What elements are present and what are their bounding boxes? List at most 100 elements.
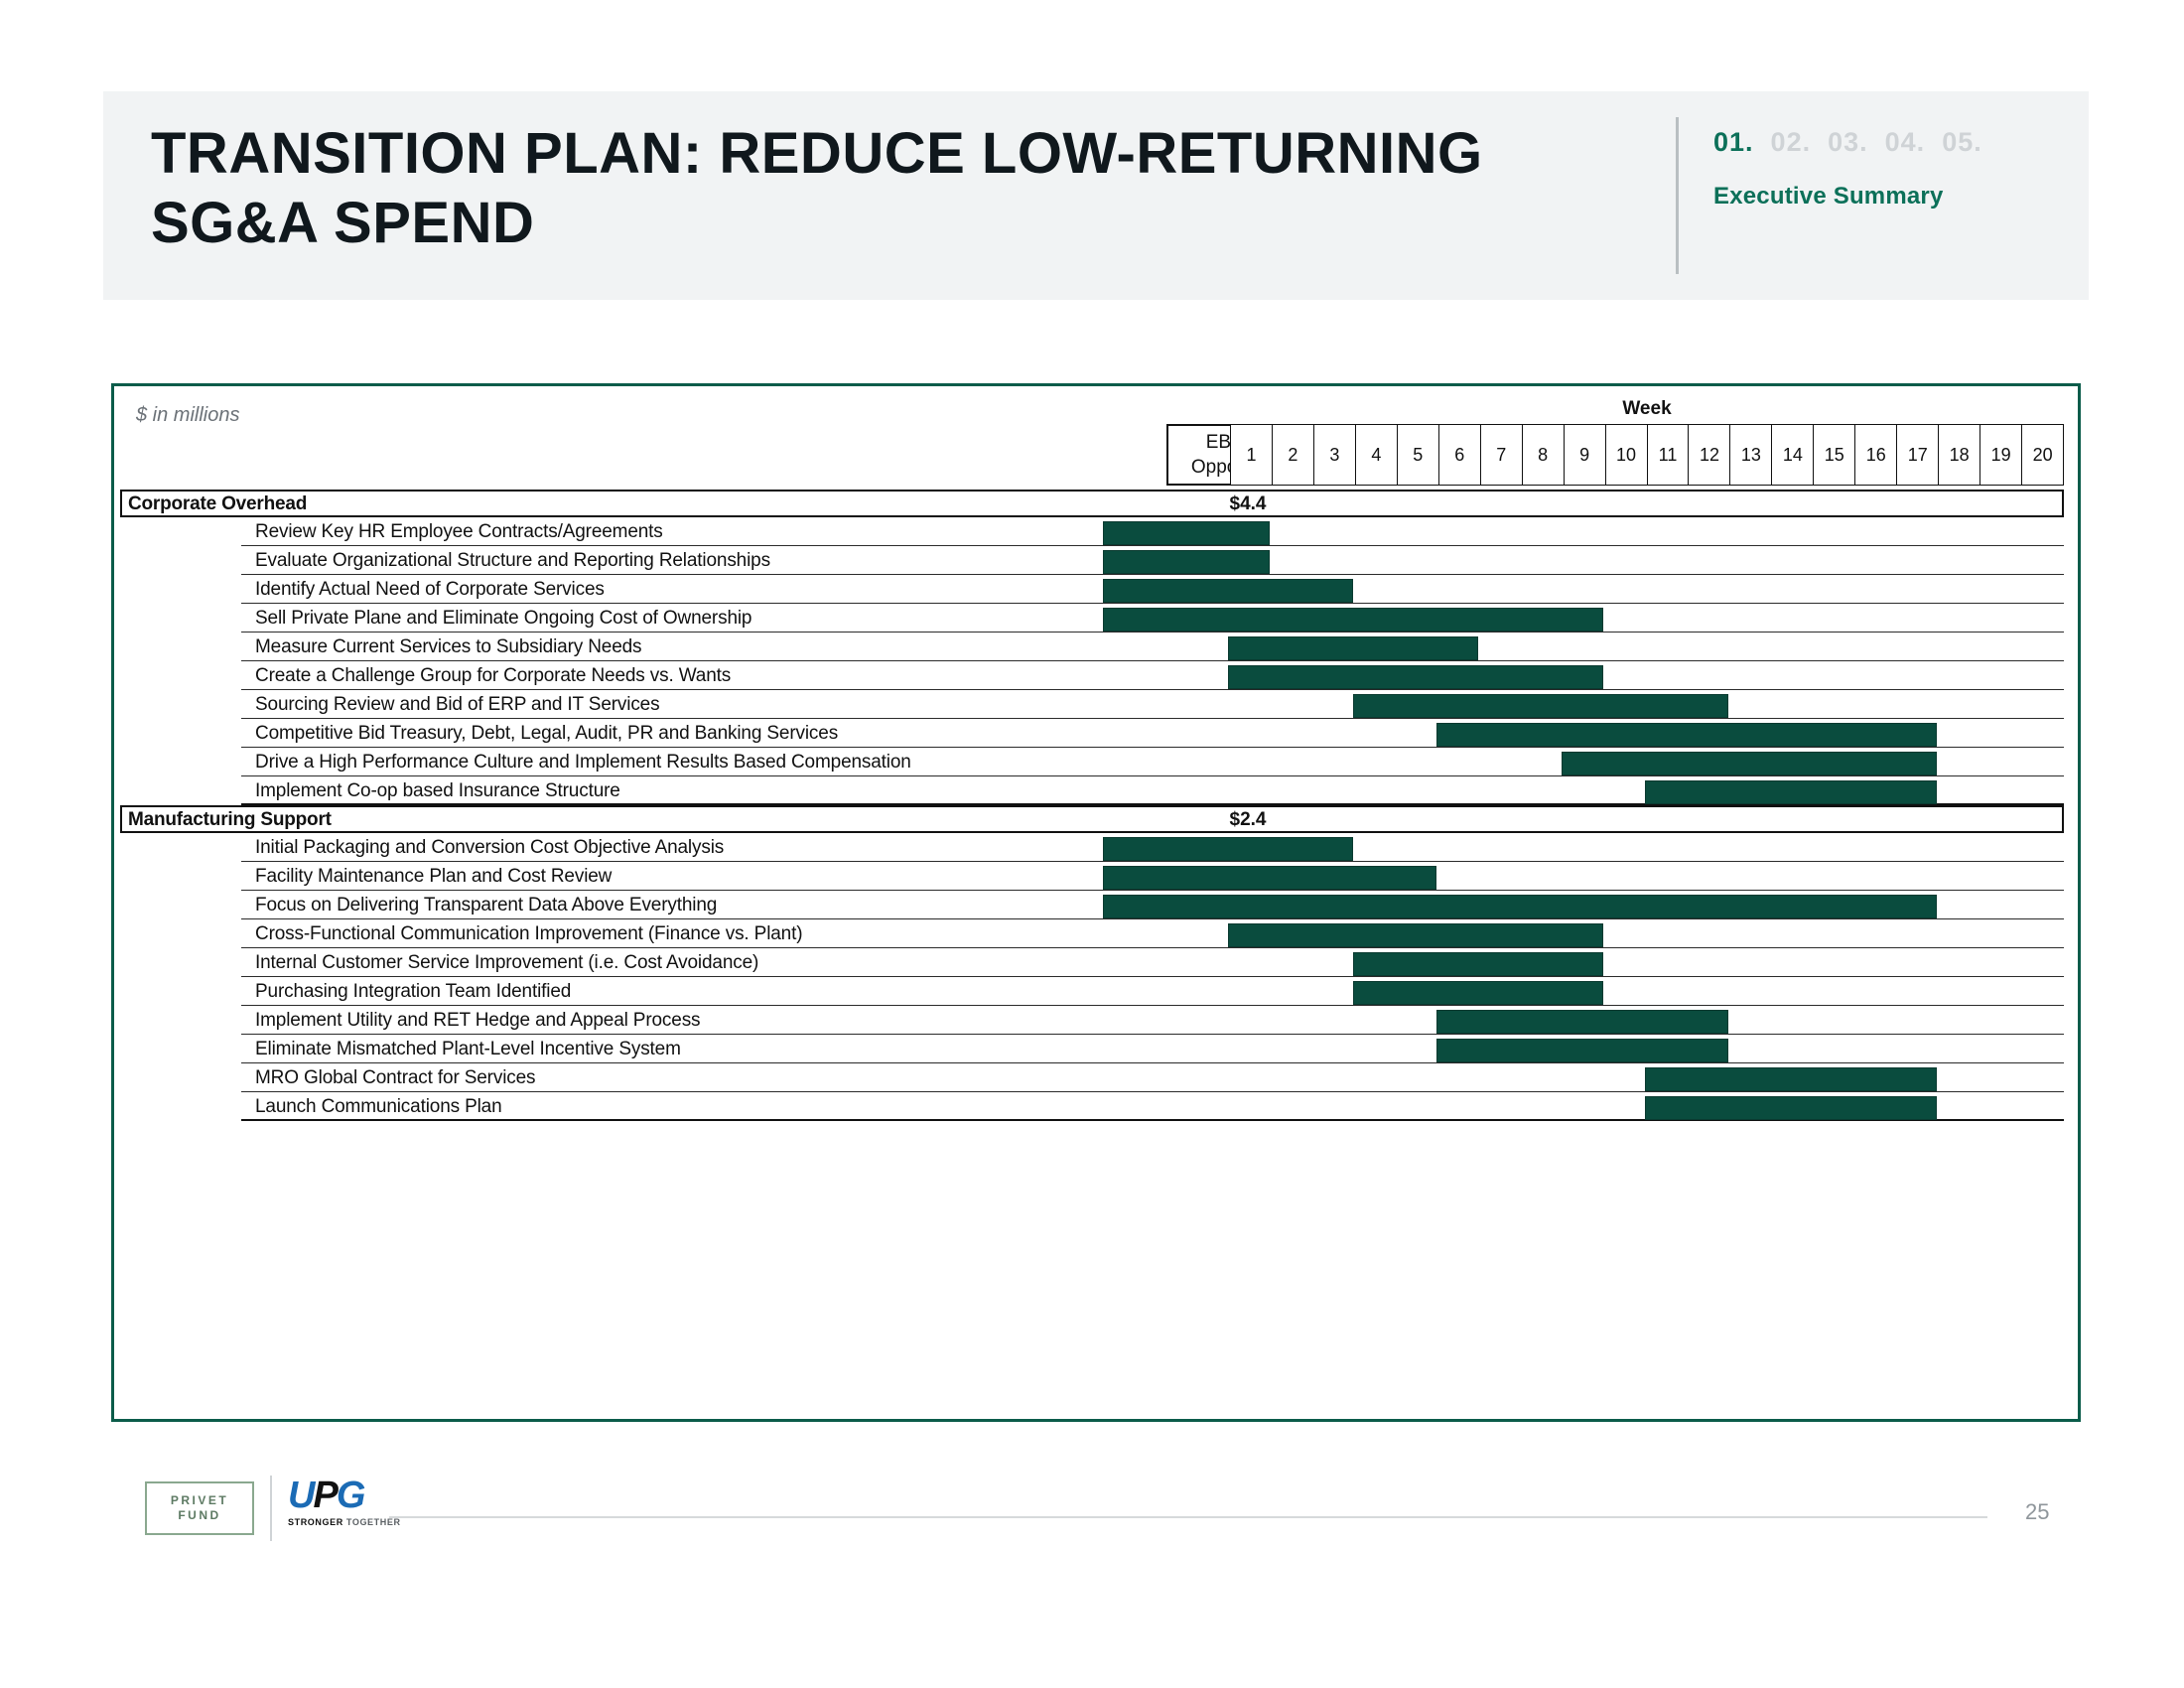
group-header-row: Manufacturing Support $2.4: [120, 805, 2064, 833]
week-cell-2: 2: [1271, 424, 1313, 486]
task-label: Evaluate Organizational Structure and Re…: [255, 550, 770, 571]
task-label: Initial Packaging and Conversion Cost Ob…: [255, 837, 725, 858]
week-axis-title: Week: [1622, 398, 1672, 419]
task-bar-zone: [1103, 862, 1937, 891]
task-row: Implement Utility and RET Hedge and Appe…: [241, 1006, 2064, 1035]
task-bar-zone: [1103, 1092, 1937, 1121]
task-row: Measure Current Services to Subsidiary N…: [241, 633, 2064, 661]
week-cell-15: 15: [1813, 424, 1855, 486]
week-cell-5: 5: [1396, 424, 1438, 486]
gantt-bar: [1103, 608, 1603, 632]
task-bar-zone: [1103, 661, 1937, 690]
task-bar-zone: [1103, 948, 1937, 977]
gantt-bar: [1103, 550, 1270, 574]
group-header-row: Corporate Overhead $4.4: [120, 490, 2064, 517]
week-cell-18: 18: [1938, 424, 1980, 486]
gantt-bar: [1353, 694, 1728, 718]
step-indicator-3[interactable]: 03.: [1828, 127, 1868, 157]
gantt-bar: [1228, 636, 1478, 660]
task-label: Implement Co-op based Insurance Structur…: [255, 780, 620, 801]
gantt-bar: [1103, 866, 1436, 890]
task-bar-zone: [1103, 891, 1937, 919]
upg-letter-u: U: [288, 1475, 315, 1516]
group-name: Corporate Overhead: [128, 493, 308, 514]
gantt-bar: [1228, 923, 1603, 947]
task-row: Evaluate Organizational Structure and Re…: [241, 546, 2064, 575]
task-bar-zone: [1103, 776, 1937, 805]
upg-tagline: STRONGER TOGETHER: [288, 1517, 417, 1527]
task-row: Review Key HR Employee Contracts/Agreeme…: [241, 517, 2064, 546]
gantt-bar: [1103, 895, 1937, 918]
task-bar-zone: [1103, 1006, 1937, 1035]
task-label: Facility Maintenance Plan and Cost Revie…: [255, 866, 613, 887]
week-cell-4: 4: [1354, 424, 1397, 486]
step-indicator-2[interactable]: 02.: [1771, 127, 1812, 157]
task-row: Create a Challenge Group for Corporate N…: [241, 661, 2064, 690]
task-label: Purchasing Integration Team Identified: [255, 981, 572, 1002]
task-bar-zone: [1103, 517, 1937, 546]
task-label: Create a Challenge Group for Corporate N…: [255, 665, 732, 686]
week-cell-1: 1: [1230, 424, 1272, 486]
task-row: Launch Communications Plan: [241, 1092, 2064, 1121]
week-cell-16: 16: [1854, 424, 1897, 486]
task-row: Drive a High Performance Culture and Imp…: [241, 748, 2064, 776]
week-cell-7: 7: [1479, 424, 1522, 486]
task-row: Focus on Delivering Transparent Data Abo…: [241, 891, 2064, 919]
step-list: 01. 02. 03. 04. 05.: [1713, 127, 2071, 157]
section-indicator: 01. 02. 03. 04. 05. Executive Summary: [1713, 127, 2071, 211]
page-number: 25: [2025, 1499, 2050, 1524]
gantt-bar: [1103, 521, 1270, 545]
task-row: Eliminate Mismatched Plant-Level Incenti…: [241, 1035, 2064, 1063]
task-label: Competitive Bid Treasury, Debt, Legal, A…: [255, 723, 839, 744]
task-label: Internal Customer Service Improvement (i…: [255, 952, 759, 973]
task-label: Drive a High Performance Culture and Imp…: [255, 752, 911, 773]
task-bar-zone: [1103, 748, 1937, 776]
upg-wordmark: UPG: [288, 1476, 417, 1515]
gantt-bar: [1436, 1039, 1728, 1062]
gantt-bar: [1645, 1067, 1937, 1091]
week-cell-20: 20: [2021, 424, 2065, 486]
week-cell-3: 3: [1312, 424, 1355, 486]
task-row: Sourcing Review and Bid of ERP and IT Se…: [241, 690, 2064, 719]
privet-logo-line1: PRIVET: [170, 1493, 229, 1507]
gantt-bar: [1228, 665, 1603, 689]
gantt-bar: [1353, 952, 1603, 976]
task-row: Facility Maintenance Plan and Cost Revie…: [241, 862, 2064, 891]
week-cell-8: 8: [1521, 424, 1564, 486]
gantt-bar: [1645, 1096, 1937, 1120]
task-bar-zone: [1103, 919, 1937, 948]
upg-letter-g: G: [336, 1475, 366, 1516]
task-bar-zone: [1103, 604, 1937, 633]
task-row: Sell Private Plane and Eliminate Ongoing…: [241, 604, 2064, 633]
footer-divider: [389, 1516, 1987, 1518]
task-bar-zone: [1103, 575, 1937, 604]
task-bar-zone: [1103, 690, 1937, 719]
task-bar-zone: [1103, 1063, 1937, 1092]
step-indicator-5[interactable]: 05.: [1942, 127, 1982, 157]
gantt-bar: [1103, 837, 1353, 861]
task-row: Internal Customer Service Improvement (i…: [241, 948, 2064, 977]
week-cell-10: 10: [1604, 424, 1647, 486]
step-indicator-4[interactable]: 04.: [1885, 127, 1926, 157]
task-row: Cross-Functional Communication Improveme…: [241, 919, 2064, 948]
week-cell-14: 14: [1771, 424, 1814, 486]
week-cell-6: 6: [1437, 424, 1480, 486]
task-bar-zone: [1103, 833, 1937, 862]
task-label: Sourcing Review and Bid of ERP and IT Se…: [255, 694, 660, 715]
task-label: Eliminate Mismatched Plant-Level Incenti…: [255, 1039, 681, 1059]
task-row: Identify Actual Need of Corporate Servic…: [241, 575, 2064, 604]
slide: TRANSITION PLAN: REDUCE LOW-RETURNING SG…: [0, 0, 2184, 1688]
step-indicator-1[interactable]: 01.: [1713, 127, 1754, 157]
week-axis: 1 2 3 4 5 6 7 8 9 10 11 12 13 14 15 16 17 18 19 20: [1230, 424, 2065, 486]
week-cell-11: 11: [1646, 424, 1689, 486]
task-label: MRO Global Contract for Services: [255, 1067, 536, 1088]
task-label: Review Key HR Employee Contracts/Agreeme…: [255, 521, 663, 542]
upg-tagline-strong: STRONGER: [288, 1517, 343, 1527]
gantt-bar: [1436, 1010, 1728, 1034]
gantt-panel: $ in millions Week EBITDA Opportunity 12…: [111, 383, 2081, 1422]
task-row: Purchasing Integration Team Identified: [241, 977, 2064, 1006]
gantt-bar: [1103, 579, 1353, 603]
group-ebitda-value: $4.4: [1229, 493, 1267, 514]
privet-fund-logo: PRIVET FUND: [145, 1481, 254, 1535]
task-bar-zone: [1103, 977, 1937, 1006]
